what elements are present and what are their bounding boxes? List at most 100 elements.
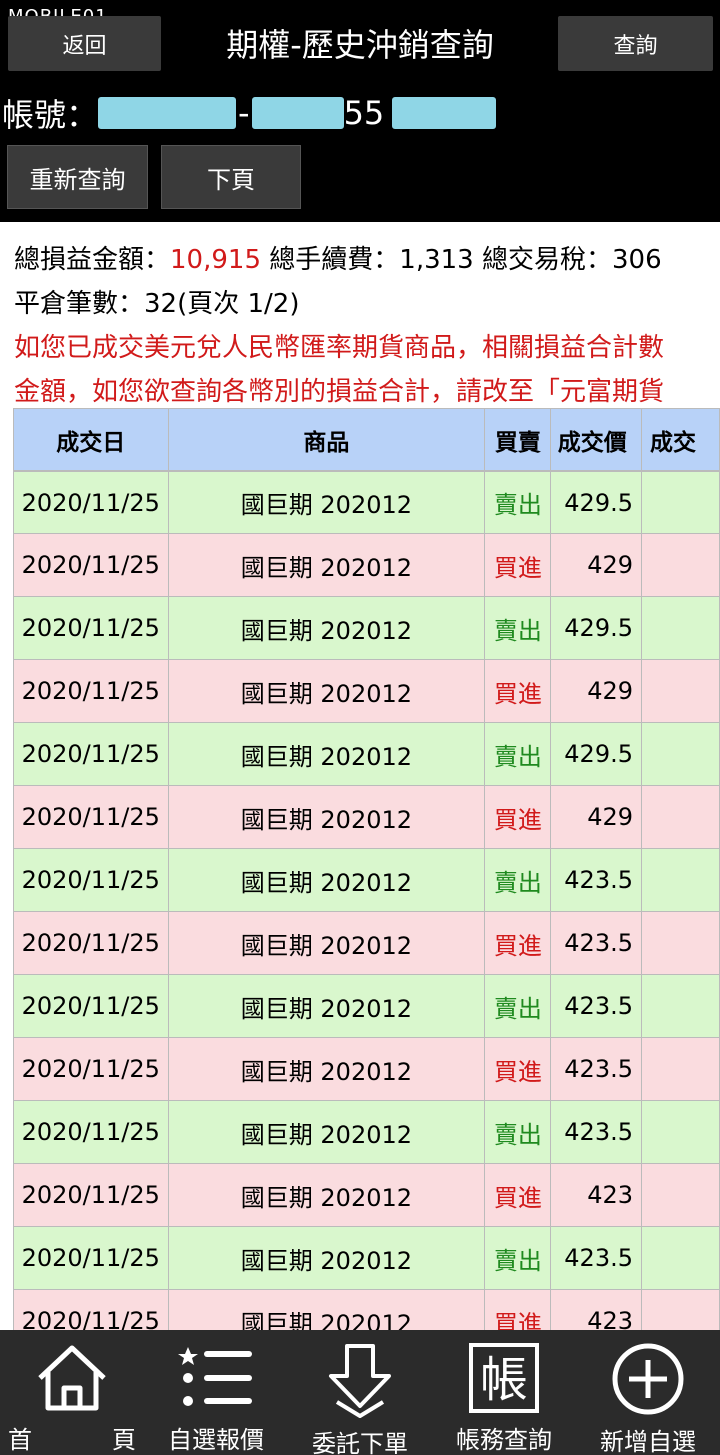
cell-side: 賣出: [485, 1227, 552, 1289]
svg-text:帳: 帳: [480, 1352, 528, 1408]
page-title: 期權-歷史沖銷查詢: [226, 26, 494, 64]
notice-line: 如您已成交美元兌人民幣匯率期貨商品，相關損益合計數: [14, 333, 665, 363]
table-row[interactable]: 2020/11/25 國巨期 202012 賣出 429.5: [13, 597, 720, 660]
cell-side: 買進: [485, 1038, 552, 1100]
cell-side: 買進: [485, 1290, 552, 1330]
nav-account[interactable]: 帳 帳務查詢: [432, 1330, 576, 1455]
account-visible-digits: 55: [343, 94, 385, 132]
cell-side: 買進: [485, 660, 552, 722]
cell-side: 買進: [485, 912, 552, 974]
cell-date: 2020/11/25: [13, 912, 169, 974]
cell-price: 429.5: [551, 723, 642, 785]
cell-product: 國巨期 202012: [169, 534, 486, 596]
account-icon: 帳: [464, 1342, 544, 1414]
cell-date: 2020/11/25: [13, 1164, 169, 1226]
cell-price: 423.5: [551, 849, 642, 911]
cell-extra: [642, 786, 720, 848]
table-row[interactable]: 2020/11/25 國巨期 202012 賣出 423.5: [13, 975, 720, 1038]
table-row[interactable]: 2020/11/25 國巨期 202012 買進 423: [13, 1164, 720, 1227]
cell-price: 429: [551, 660, 642, 722]
cell-product: 國巨期 202012: [169, 1038, 486, 1100]
cell-price: 423: [551, 1164, 642, 1226]
cell-date: 2020/11/25: [13, 975, 169, 1037]
cell-price: 429: [551, 534, 642, 596]
watchlist-icon: [176, 1342, 256, 1414]
cell-extra: [642, 597, 720, 659]
table-row[interactable]: 2020/11/25 國巨期 202012 賣出 429.5: [13, 723, 720, 786]
table-row[interactable]: 2020/11/25 國巨期 202012 賣出 423.5: [13, 849, 720, 912]
query-button[interactable]: 查詢: [558, 16, 713, 71]
nav-watchlist[interactable]: 自選報價: [144, 1330, 288, 1455]
column-header-date: 成交日: [13, 408, 169, 470]
cell-price: 423.5: [551, 975, 642, 1037]
cell-date: 2020/11/25: [13, 534, 169, 596]
home-icon: [32, 1342, 112, 1414]
cell-product: 國巨期 202012: [169, 660, 486, 722]
cell-date: 2020/11/25: [13, 471, 169, 533]
account-mask: [251, 97, 344, 129]
cell-price: 429.5: [551, 471, 642, 533]
cell-side: 賣出: [485, 471, 552, 533]
table-row[interactable]: 2020/11/25 國巨期 202012 賣出 423.5: [13, 1227, 720, 1290]
nav-label-add-watch: 新增自選: [600, 1428, 696, 1455]
nav-label-order: 委託下單: [312, 1430, 408, 1455]
cell-product: 國巨期 202012: [169, 1290, 486, 1330]
cell-price: 429: [551, 786, 642, 848]
summary-panel: 總損益金額：10,915 總手續費：1,313 總交易稅：306 平倉筆數：32…: [14, 240, 720, 416]
cell-extra: [642, 912, 720, 974]
next-page-button[interactable]: 下頁: [161, 145, 301, 209]
cell-product: 國巨期 202012: [169, 1164, 486, 1226]
cell-date: 2020/11/25: [13, 1290, 169, 1330]
download-icon: [320, 1342, 400, 1418]
account-label: 帳號：: [2, 96, 99, 134]
nav-add-watch[interactable]: 新增自選: [576, 1330, 720, 1455]
cell-product: 國巨期 202012: [169, 723, 486, 785]
table-row[interactable]: 2020/11/25 國巨期 202012 買進 423.5: [13, 912, 720, 975]
cell-product: 國巨期 202012: [169, 912, 486, 974]
summary-totals: 總損益金額：10,915 總手續費：1,313 總交易稅：306: [14, 240, 720, 284]
table-row[interactable]: 2020/11/25 國巨期 202012 買進 429: [13, 534, 720, 597]
fee-value: 1,313: [399, 245, 474, 275]
cell-product: 國巨期 202012: [169, 1101, 486, 1163]
table-row[interactable]: 2020/11/25 國巨期 202012 買進 429: [13, 660, 720, 723]
cell-date: 2020/11/25: [13, 1038, 169, 1100]
cell-product: 國巨期 202012: [169, 975, 486, 1037]
column-header-product: 商品: [168, 408, 486, 470]
requery-button[interactable]: 重新查詢: [7, 145, 148, 209]
cell-date: 2020/11/25: [13, 1227, 169, 1289]
account-separator: -: [238, 94, 250, 132]
table-body: 2020/11/25 國巨期 202012 賣出 429.5 2020/11/25 國巨期…: [13, 471, 720, 1330]
nav-label-home: 首 頁: [8, 1426, 164, 1454]
pnl-value: 10,915: [170, 245, 261, 275]
cell-date: 2020/11/25: [13, 597, 169, 659]
cell-date: 2020/11/25: [13, 1101, 169, 1163]
cell-extra: [642, 1164, 720, 1226]
table-row[interactable]: 2020/11/25 國巨期 202012 賣出 423.5: [13, 1101, 720, 1164]
cell-side: 賣出: [485, 1101, 552, 1163]
nav-label-watchlist: 自選報價: [168, 1426, 264, 1454]
cell-extra: [642, 723, 720, 785]
cell-product: 國巨期 202012: [169, 786, 486, 848]
cell-price: 423.5: [551, 1038, 642, 1100]
cell-side: 買進: [485, 1164, 552, 1226]
cell-price: 423.5: [551, 912, 642, 974]
back-button[interactable]: 返回: [8, 16, 161, 71]
trade-table[interactable]: 成交日 商品 買賣 成交價 成交 2020/11/25 國巨期 202012 賣出 4…: [13, 408, 720, 1330]
cell-extra: [642, 534, 720, 596]
account-row: 帳號： - 55: [2, 90, 497, 136]
nav-home[interactable]: 首 頁: [0, 1330, 144, 1455]
cell-price: 429.5: [551, 597, 642, 659]
table-row[interactable]: 2020/11/25 國巨期 202012 買進 423.5: [13, 1038, 720, 1101]
cell-price: 423.5: [551, 1101, 642, 1163]
table-row[interactable]: 2020/11/25 國巨期 202012 買進 429: [13, 786, 720, 849]
nav-order[interactable]: 委託下單: [288, 1330, 432, 1455]
column-header-price: 成交價: [551, 408, 642, 470]
cell-product: 國巨期 202012: [169, 1227, 486, 1289]
table-row[interactable]: 2020/11/25 國巨期 202012 買進 423: [13, 1290, 720, 1330]
nav-label-account: 帳務查詢: [456, 1426, 552, 1454]
cell-side: 賣出: [485, 849, 552, 911]
app-header: MOBILE01 返回 期權-歷史沖銷查詢 查詢 帳號： - 55 重新查詢 下…: [0, 0, 720, 222]
table-row[interactable]: 2020/11/25 國巨期 202012 賣出 429.5: [13, 471, 720, 534]
cell-price: 423.5: [551, 1227, 642, 1289]
cell-extra: [642, 1227, 720, 1289]
